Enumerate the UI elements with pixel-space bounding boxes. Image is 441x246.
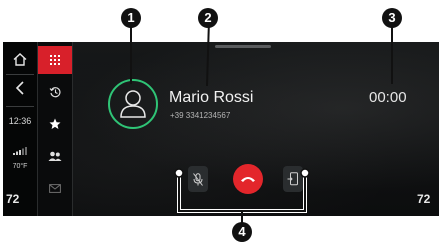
callout-4: 4 <box>232 222 252 242</box>
bracket-4 <box>178 176 306 212</box>
annotation-overlay <box>130 19 393 224</box>
bracket-4-right-end <box>300 168 310 178</box>
callout-3: 3 <box>382 8 402 28</box>
leader-line-2 <box>206 19 210 87</box>
bracket-4-halo <box>177 176 307 213</box>
callout-2: 2 <box>198 8 218 28</box>
bracket-4-left-end <box>174 168 184 178</box>
callout-1: 1 <box>121 8 141 28</box>
